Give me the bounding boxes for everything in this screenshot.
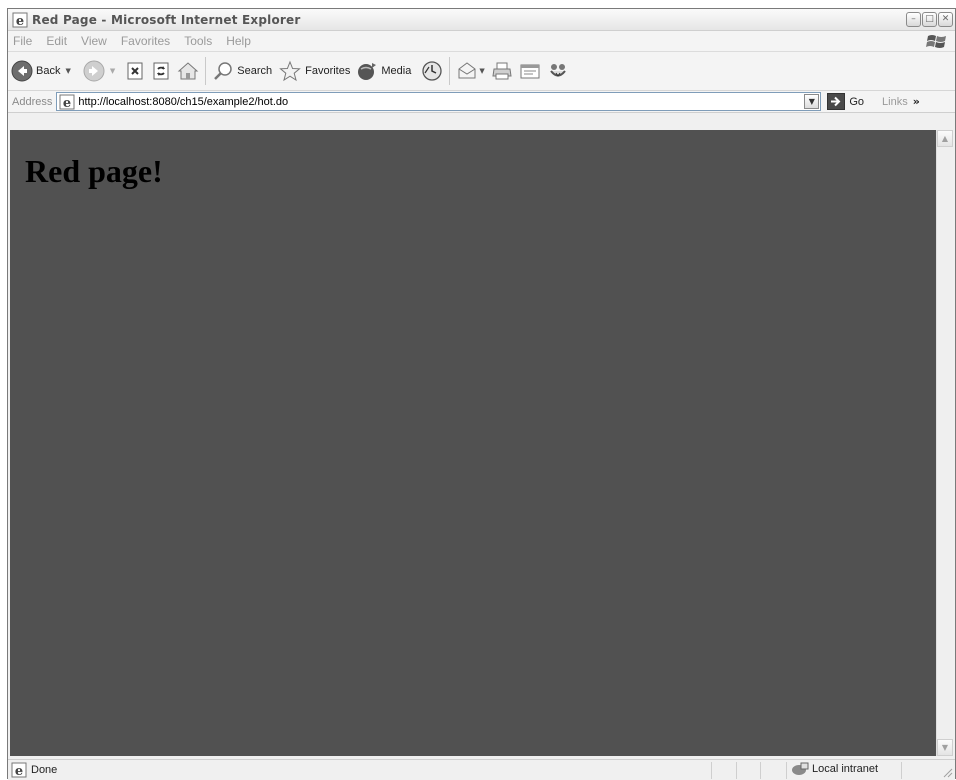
mail-button[interactable]: ▼ — [453, 55, 487, 87]
stop-button[interactable] — [122, 55, 148, 87]
refresh-icon — [153, 62, 169, 80]
home-icon — [177, 62, 199, 80]
links-chevron-icon[interactable]: » — [913, 95, 920, 108]
favorites-label: Favorites — [305, 65, 351, 77]
menu-file[interactable]: File — [8, 34, 39, 48]
favorites-icon — [279, 60, 301, 82]
messenger-button[interactable] — [544, 55, 572, 87]
address-label: Address — [12, 95, 53, 108]
svg-text:e: e — [15, 764, 23, 778]
windows-logo-icon — [926, 35, 946, 48]
back-label: Back — [36, 65, 61, 77]
title-bar: e Red Page - Microsoft Internet Explorer… — [8, 9, 955, 31]
menu-view[interactable]: View — [74, 34, 114, 48]
refresh-button[interactable] — [148, 55, 174, 87]
address-bar: Address e http://localhost:8080/ch15/exa… — [8, 91, 955, 113]
local-intranet-icon — [792, 762, 809, 775]
address-url: http://localhost:8080/ch15/example2/hot.… — [78, 95, 289, 108]
go-label: Go — [849, 95, 865, 108]
forward-icon — [83, 60, 105, 82]
window-controls: – □ ✕ — [906, 12, 953, 27]
edit-icon — [520, 64, 540, 79]
address-input[interactable]: e http://localhost:8080/ch15/example2/ho… — [56, 92, 822, 111]
resize-grip-icon[interactable] — [941, 766, 953, 778]
maximize-button[interactable]: □ — [922, 12, 937, 27]
home-button[interactable] — [174, 55, 202, 87]
browser-window: e Red Page - Microsoft Internet Explorer… — [7, 8, 956, 780]
security-zone: Local intranet — [791, 761, 878, 777]
status-text: Done — [31, 764, 58, 776]
toolbar-separator — [449, 57, 451, 85]
ie-icon: e — [12, 12, 28, 28]
go-button[interactable]: Go — [827, 93, 864, 110]
scroll-down-button[interactable]: ▼ — [937, 739, 953, 756]
status-pane — [760, 762, 761, 779]
forward-button[interactable]: ▼ — [80, 55, 118, 87]
status-pane — [786, 762, 787, 779]
address-dropdown-icon[interactable]: ▼ — [804, 94, 820, 109]
status-bar: e Done Local intranet — [8, 759, 955, 780]
search-label: Search — [237, 65, 273, 77]
status-pane — [736, 762, 737, 779]
print-button[interactable] — [488, 55, 516, 87]
mail-dropdown-icon[interactable]: ▼ — [479, 67, 484, 75]
edit-button[interactable] — [516, 55, 544, 87]
menu-favorites[interactable]: Favorites — [114, 34, 177, 48]
close-button[interactable]: ✕ — [938, 12, 953, 27]
search-icon — [214, 62, 232, 80]
media-label: Media — [381, 65, 412, 77]
svg-text:e: e — [16, 14, 24, 28]
toolbar-separator — [205, 57, 207, 85]
back-icon — [11, 60, 33, 82]
window-title: Red Page - Microsoft Internet Explorer — [32, 12, 301, 27]
favorites-button[interactable]: Favorites — [275, 55, 353, 87]
page-icon: e — [59, 94, 75, 110]
history-button[interactable] — [418, 55, 446, 87]
page-icon: e — [11, 762, 27, 778]
media-icon — [358, 63, 377, 80]
menu-tools[interactable]: Tools — [177, 34, 219, 48]
page-content: Red page! — [10, 130, 936, 756]
links-label[interactable]: Links — [882, 96, 908, 108]
minimize-button[interactable]: – — [906, 12, 921, 27]
history-icon — [422, 61, 442, 81]
back-button[interactable]: Back ▼ — [8, 55, 74, 87]
zone-label: Local intranet — [812, 763, 879, 775]
go-icon — [827, 93, 846, 110]
svg-text:e: e — [63, 96, 71, 110]
vertical-scrollbar[interactable]: ▲ ▼ — [936, 130, 953, 756]
menu-bar: File Edit View Favorites Tools Help — [8, 31, 955, 52]
back-dropdown-icon[interactable]: ▼ — [65, 67, 70, 75]
menu-edit[interactable]: Edit — [39, 34, 74, 48]
status-pane — [711, 762, 712, 779]
scroll-up-button[interactable]: ▲ — [937, 130, 953, 147]
messenger-icon — [549, 64, 566, 77]
standard-toolbar: Back ▼ ▼ Search Favorites Media ▼ — [8, 52, 955, 91]
stop-icon — [127, 62, 143, 80]
status-pane — [901, 762, 902, 779]
media-button[interactable]: Media — [353, 55, 414, 87]
print-icon — [492, 62, 512, 80]
search-button[interactable]: Search — [209, 55, 275, 87]
mail-icon — [458, 62, 476, 79]
menu-help[interactable]: Help — [219, 34, 258, 48]
forward-dropdown-icon[interactable]: ▼ — [110, 67, 115, 75]
page-heading: Red page! — [25, 153, 163, 189]
